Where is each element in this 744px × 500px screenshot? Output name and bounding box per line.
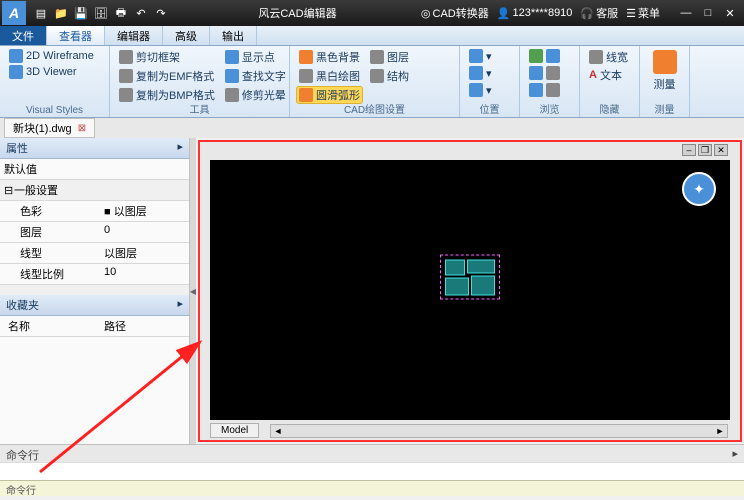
- drawing-viewport[interactable]: – ❐ ✕ ✦ Model ◄ ►: [200, 142, 740, 440]
- default-value-row: 默认值: [0, 159, 189, 180]
- browse-3-button[interactable]: [526, 82, 573, 98]
- show-point-button[interactable]: 显示点: [222, 48, 289, 66]
- ribbon-group-browse: 浏览: [520, 46, 580, 117]
- app-title: 风云CAD编辑器: [174, 5, 421, 21]
- black-bg-button[interactable]: 黑色背景: [296, 48, 363, 66]
- prop-row-linetype[interactable]: 线型以图层: [0, 243, 189, 264]
- group-label-tools: 工具: [110, 101, 289, 116]
- tab-output[interactable]: 输出: [210, 26, 257, 45]
- model-space-tab[interactable]: Model: [210, 423, 259, 438]
- tab-viewer[interactable]: 查看器: [47, 26, 105, 45]
- favorites-header: 收藏夹▸: [0, 295, 189, 316]
- cad-converter-link[interactable]: ◎CAD转换器: [421, 5, 489, 21]
- ribbon-group-measure: 测量 测量: [640, 46, 690, 117]
- tab-file[interactable]: 文件: [0, 26, 47, 45]
- lineweight-button[interactable]: 线宽: [586, 48, 633, 66]
- ruler-icon: [653, 50, 677, 74]
- support-link[interactable]: 🎧客服: [580, 5, 618, 21]
- group-label-position: 位置: [460, 101, 519, 116]
- maximize-button[interactable]: □: [698, 4, 718, 22]
- wireframe-2d-button[interactable]: 2D Wireframe: [6, 48, 103, 64]
- ribbon-group-visual: 2D Wireframe 3D Viewer Visual Styles: [0, 46, 110, 117]
- cut-frame-button[interactable]: 剪切框架: [116, 48, 218, 66]
- copy-emf-button[interactable]: 复制为EMF格式: [116, 67, 218, 85]
- command-input-area[interactable]: [0, 462, 744, 480]
- title-bar: A ▤ 📁 💾 🗄 🖶 ↶ ↷ 风云CAD编辑器 ◎CAD转换器 👤123***…: [0, 0, 744, 26]
- view-cube-icon[interactable]: ✦: [682, 172, 716, 206]
- redo-icon[interactable]: ↷: [152, 4, 170, 22]
- tab-editor[interactable]: 编辑器: [105, 26, 163, 45]
- tab-advanced[interactable]: 高级: [163, 26, 210, 45]
- minimize-button[interactable]: —: [676, 4, 696, 22]
- viewport-minimize-icon[interactable]: –: [682, 144, 696, 156]
- ribbon-group-tools: 剪切框架 复制为EMF格式 复制为BMP格式 显示点 查找文字 修剪光晕 工具: [110, 46, 290, 117]
- saveall-icon[interactable]: 🗄: [92, 4, 110, 22]
- pan-button[interactable]: ▾: [466, 82, 513, 98]
- text-hide-button[interactable]: A文本: [586, 66, 633, 84]
- browse-2-button[interactable]: [526, 65, 573, 81]
- ribbon-group-draw: 黑色背景 黑白绘图 圆滑弧形 图层 结构 CAD绘图设置: [290, 46, 460, 117]
- drawing-canvas[interactable]: ✦: [210, 160, 730, 420]
- browse-1-button[interactable]: [526, 48, 573, 64]
- zoom-out-button[interactable]: ▾: [466, 65, 513, 81]
- quick-access-toolbar: ▤ 📁 💾 🗄 🖶 ↶ ↷: [28, 4, 174, 22]
- close-document-icon[interactable]: ⊠: [78, 123, 86, 134]
- prop-row-layer[interactable]: 图层0: [0, 222, 189, 243]
- splitter-handle[interactable]: [190, 138, 196, 444]
- group-label-draw: CAD绘图设置: [290, 101, 459, 116]
- horizontal-scrollbar[interactable]: ◄ ►: [270, 424, 728, 438]
- viewport-highlight-frame: – ❐ ✕ ✦ Model ◄ ►: [198, 140, 742, 442]
- close-button[interactable]: ✕: [720, 4, 740, 22]
- fav-collapse-icon[interactable]: ▸: [177, 297, 183, 313]
- favorites-columns: 名称路径: [0, 316, 189, 337]
- properties-panel: 属性▸ 默认值 ⊟一般设置 色彩■ 以图层 图层0 线型以图层 线型比例10 收…: [0, 138, 190, 444]
- main-area: 属性▸ 默认值 ⊟一般设置 色彩■ 以图层 图层0 线型以图层 线型比例10 收…: [0, 138, 744, 444]
- save-icon[interactable]: 💾: [72, 4, 90, 22]
- undo-icon[interactable]: ↶: [132, 4, 150, 22]
- group-label-hide: 隐藏: [580, 101, 639, 116]
- viewport-maximize-icon[interactable]: ❐: [698, 144, 712, 156]
- viewport-close-icon[interactable]: ✕: [714, 144, 728, 156]
- bw-draw-button[interactable]: 黑白绘图: [296, 67, 363, 85]
- app-logo: A: [2, 1, 26, 25]
- document-tab-bar: 新块(1).dwg ⊠: [0, 118, 744, 138]
- cmdline-expand-icon[interactable]: ▸: [732, 447, 738, 460]
- document-name: 新块(1).dwg: [13, 120, 72, 136]
- zoom-in-button[interactable]: ▾: [466, 48, 513, 64]
- print-icon[interactable]: 🖶: [112, 4, 130, 22]
- user-account[interactable]: 👤123****8910: [497, 7, 573, 20]
- command-line[interactable]: 命令行▸: [0, 444, 744, 462]
- group-label-measure: 测量: [640, 101, 689, 116]
- struct-button[interactable]: 结构: [367, 67, 412, 85]
- menu-dropdown[interactable]: ☰菜单: [626, 5, 660, 21]
- viewer-3d-button[interactable]: 3D Viewer: [6, 64, 103, 80]
- cad-drawing-content: [440, 255, 500, 300]
- ribbon-group-position: ▾ ▾ ▾ 位置: [460, 46, 520, 117]
- new-icon[interactable]: ▤: [32, 4, 50, 22]
- ribbon-group-hide: 线宽 A文本 隐藏: [580, 46, 640, 117]
- panel-collapse-icon[interactable]: ▸: [177, 140, 183, 156]
- open-icon[interactable]: 📁: [52, 4, 70, 22]
- ribbon: 2D Wireframe 3D Viewer Visual Styles 剪切框…: [0, 46, 744, 118]
- scroll-right-icon[interactable]: ►: [713, 426, 727, 436]
- document-tab[interactable]: 新块(1).dwg ⊠: [4, 118, 95, 138]
- find-text-button[interactable]: 查找文字: [222, 67, 289, 85]
- measure-button[interactable]: 测量: [646, 48, 683, 94]
- ribbon-tabs: 文件 查看器 编辑器 高级 输出: [0, 26, 744, 46]
- status-bar: 命令行: [0, 480, 744, 496]
- layer-button[interactable]: 图层: [367, 48, 412, 66]
- scroll-left-icon[interactable]: ◄: [271, 426, 285, 436]
- group-label-browse: 浏览: [520, 101, 579, 116]
- properties-header: 属性▸: [0, 138, 189, 159]
- prop-row-color[interactable]: 色彩■ 以图层: [0, 201, 189, 222]
- group-label-visual: Visual Styles: [0, 105, 109, 116]
- general-settings-section[interactable]: ⊟一般设置: [0, 180, 189, 201]
- prop-row-ltscale[interactable]: 线型比例10: [0, 264, 189, 285]
